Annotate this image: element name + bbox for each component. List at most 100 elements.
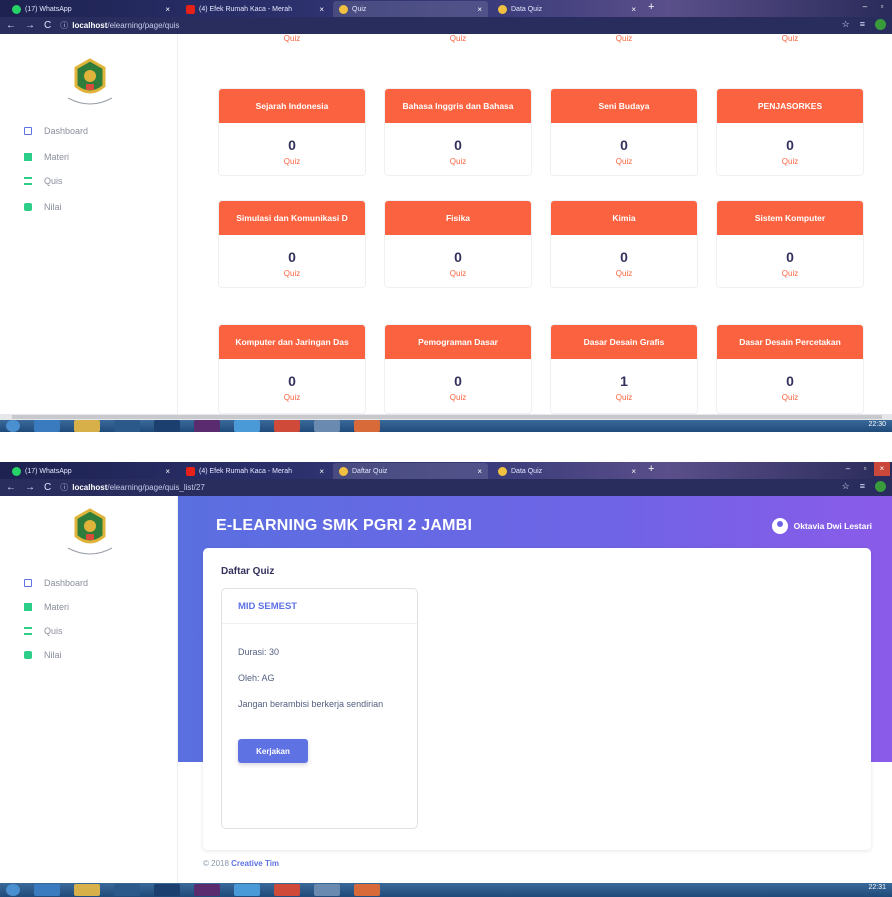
star-icon[interactable]: ☆ bbox=[842, 481, 850, 492]
footer-brand-link[interactable]: Creative Tim bbox=[231, 859, 279, 868]
close-icon[interactable]: × bbox=[477, 467, 482, 476]
star-icon[interactable]: ☆ bbox=[842, 19, 850, 30]
quiz-author: Oleh: AG bbox=[238, 673, 275, 683]
taskbar-premiere-icon[interactable] bbox=[194, 420, 220, 432]
start-button[interactable] bbox=[6, 420, 20, 432]
back-icon[interactable]: ← bbox=[6, 482, 16, 493]
taskbar-photoshop-icon[interactable] bbox=[154, 420, 180, 432]
sidebar-item-quis[interactable]: Quis bbox=[24, 176, 63, 186]
sidebar-item-nilai[interactable]: Nilai bbox=[24, 650, 62, 660]
taskbar-media-icon[interactable] bbox=[114, 884, 140, 896]
menu-icon[interactable]: ≡ bbox=[860, 481, 865, 492]
info-icon: ⓘ bbox=[60, 21, 69, 30]
close-icon[interactable]: × bbox=[631, 5, 636, 14]
youtube-icon bbox=[186, 4, 195, 14]
taskbar-app-icon[interactable] bbox=[234, 884, 260, 896]
card-quiz-label: Quiz bbox=[781, 393, 799, 402]
card-title: PENJASORKES bbox=[717, 89, 863, 123]
scrollbar-thumb[interactable] bbox=[12, 415, 882, 419]
back-icon[interactable]: ← bbox=[6, 20, 16, 31]
sidebar-item-quis[interactable]: Quis bbox=[24, 626, 63, 636]
card-quiz-label: Quiz bbox=[781, 157, 799, 166]
menu-icon[interactable]: ≡ bbox=[860, 19, 865, 30]
close-icon[interactable]: × bbox=[631, 467, 636, 476]
subject-card[interactable]: Sistem Komputer 0 Quiz bbox=[716, 200, 864, 288]
tab-whatsapp[interactable]: (17) WhatsApp × bbox=[6, 1, 176, 17]
close-icon[interactable]: × bbox=[319, 5, 324, 14]
new-tab-button[interactable]: + bbox=[648, 1, 654, 13]
reload-icon[interactable]: C bbox=[44, 20, 51, 31]
card-title: Sejarah Indonesia bbox=[219, 89, 365, 123]
subject-card[interactable]: Pemograman Dasar 0 Quiz bbox=[384, 324, 532, 414]
taskbar-ie-icon[interactable] bbox=[34, 884, 60, 896]
user-menu[interactable]: Oktavia Dwi Lestari bbox=[771, 518, 872, 534]
taskbar-calc-icon[interactable] bbox=[314, 884, 340, 896]
card-count: 0 bbox=[620, 249, 628, 265]
maximize-button[interactable]: ▫ bbox=[874, 0, 890, 14]
tab-youtube[interactable]: (4) Efek Rumah Kaca - Merah × bbox=[180, 1, 330, 17]
close-window-button[interactable]: × bbox=[874, 462, 890, 476]
taskbar-folder-icon[interactable] bbox=[74, 884, 100, 896]
start-button[interactable] bbox=[6, 884, 20, 896]
page-icon bbox=[498, 4, 507, 14]
subject-card[interactable]: Komputer dan Jaringan Das 0 Quiz bbox=[218, 324, 366, 414]
tab-data-quiz[interactable]: Data Quiz × bbox=[492, 1, 642, 17]
sidebar-item-dashboard[interactable]: Dashboard bbox=[24, 578, 88, 588]
page-icon bbox=[339, 4, 348, 14]
sidebar-item-nilai[interactable]: Nilai bbox=[24, 202, 62, 212]
book-icon bbox=[24, 153, 32, 161]
minimize-button[interactable]: – bbox=[857, 0, 873, 14]
reload-icon[interactable]: C bbox=[44, 482, 51, 493]
subject-card[interactable]: Simulasi dan Komunikasi D 0 Quiz bbox=[218, 200, 366, 288]
card-count: 0 bbox=[620, 137, 628, 153]
tab-whatsapp[interactable]: (17) WhatsApp × bbox=[6, 463, 176, 479]
taskbar-photoshop-icon[interactable] bbox=[154, 884, 180, 896]
sidebar-item-materi[interactable]: Materi bbox=[24, 152, 69, 162]
tab-daftar-quiz[interactable]: Daftar Quiz × bbox=[333, 463, 488, 479]
taskbar-media-icon[interactable] bbox=[114, 420, 140, 432]
close-icon[interactable]: × bbox=[319, 467, 324, 476]
close-icon[interactable]: × bbox=[165, 5, 170, 14]
taskbar-chrome-icon[interactable] bbox=[274, 420, 300, 432]
forward-icon[interactable]: → bbox=[25, 20, 35, 31]
card-quiz-label: Quiz bbox=[283, 393, 301, 402]
forward-icon[interactable]: → bbox=[25, 482, 35, 493]
subject-card[interactable]: Fisika 0 Quiz bbox=[384, 200, 532, 288]
taskbar-folder-icon[interactable] bbox=[74, 420, 100, 432]
kerjakan-button[interactable]: Kerjakan bbox=[238, 739, 308, 763]
subject-card[interactable]: Dasar Desain Grafis 1 Quiz bbox=[550, 324, 698, 414]
tab-youtube[interactable]: (4) Efek Rumah Kaca - Merah × bbox=[180, 463, 330, 479]
close-icon[interactable]: × bbox=[477, 5, 482, 14]
extension-icon[interactable] bbox=[875, 19, 886, 30]
quiz-name: MID SEMEST bbox=[222, 589, 417, 624]
taskbar-ie-icon[interactable] bbox=[34, 420, 60, 432]
subject-card[interactable]: Dasar Desain Percetakan 0 Quiz bbox=[716, 324, 864, 414]
subject-card[interactable]: Kimia 0 Quiz bbox=[550, 200, 698, 288]
taskbar-chrome-icon[interactable] bbox=[274, 884, 300, 896]
card-quiz-label: Quiz bbox=[449, 34, 467, 43]
subject-card[interactable]: PENJASORKES 0 Quiz bbox=[716, 88, 864, 176]
subject-card[interactable]: Sejarah Indonesia 0 Quiz bbox=[218, 88, 366, 176]
tab-data-quiz[interactable]: Data Quiz × bbox=[492, 463, 642, 479]
sidebar-item-dashboard[interactable]: Dashboard bbox=[24, 126, 88, 136]
screenshot-quiz-overview: (17) WhatsApp × (4) Efek Rumah Kaca - Me… bbox=[0, 0, 892, 432]
sidebar-item-materi[interactable]: Materi bbox=[24, 602, 69, 612]
taskbar-xampp-icon[interactable] bbox=[354, 884, 380, 896]
taskbar-premiere-icon[interactable] bbox=[194, 884, 220, 896]
taskbar-xampp-icon[interactable] bbox=[354, 420, 380, 432]
extension-icon[interactable] bbox=[875, 481, 886, 492]
url-field[interactable]: ⓘ localhost/elearning/page/quis bbox=[60, 20, 179, 31]
subject-card[interactable]: Bahasa Inggris dan Bahasa 0 Quiz bbox=[384, 88, 532, 176]
close-icon[interactable]: × bbox=[165, 467, 170, 476]
url-field[interactable]: ⓘ localhost/elearning/page/quis_list/27 bbox=[60, 482, 205, 493]
card-count: 0 bbox=[786, 249, 794, 265]
taskbar-calc-icon[interactable] bbox=[314, 420, 340, 432]
taskbar-app-icon[interactable] bbox=[234, 420, 260, 432]
minimize-button[interactable]: – bbox=[840, 462, 856, 476]
subject-card[interactable]: Seni Budaya 0 Quiz bbox=[550, 88, 698, 176]
card-quiz-label: Quiz bbox=[781, 34, 799, 43]
tab-quiz[interactable]: Quiz × bbox=[333, 1, 488, 17]
card-title: Bahasa Inggris dan Bahasa bbox=[385, 89, 531, 123]
maximize-button[interactable]: ▫ bbox=[857, 462, 873, 476]
new-tab-button[interactable]: + bbox=[648, 463, 654, 475]
